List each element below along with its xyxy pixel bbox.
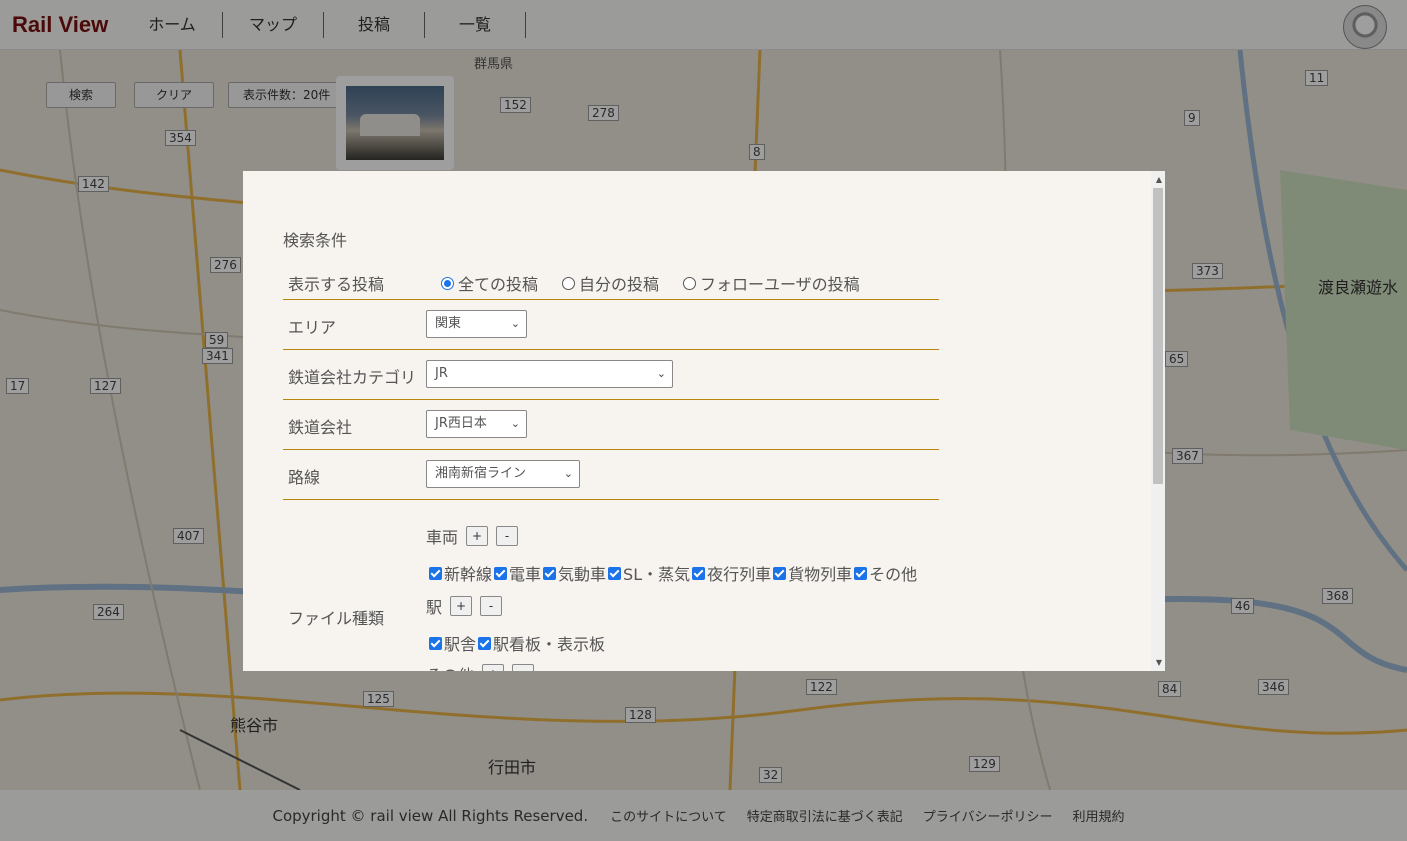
area-label: エリア	[288, 318, 337, 337]
group-vehicle-collapse-button[interactable]: -	[496, 526, 519, 546]
company-category-row: 鉄道会社カテゴリ JR ⌄	[283, 350, 939, 400]
checkbox-label: 気動車	[558, 565, 607, 584]
area-select-value: 関東	[435, 316, 462, 331]
radio-my-posts[interactable]: 自分の投稿	[562, 271, 659, 295]
chevron-down-icon: ⌄	[510, 417, 520, 430]
group-other-collapse-button[interactable]: -	[512, 664, 535, 671]
checkbox-checked-icon	[429, 636, 442, 650]
checkbox-label: SL・蒸気	[623, 565, 691, 584]
checkbox-label: 駅看板・表示板	[493, 635, 606, 654]
checkbox-checked-icon	[773, 566, 787, 580]
search-conditions-modal: 検索条件 表示する投稿 全ての投稿 自分の投稿 フォローユーザの投稿 エリア 関…	[243, 171, 1165, 671]
checkbox-station-building[interactable]: 駅舎	[429, 631, 476, 655]
group-vehicle-expand-button[interactable]: +	[466, 526, 489, 546]
company-label: 鉄道会社	[288, 418, 353, 437]
checkbox-densha[interactable]: 電車	[494, 561, 541, 585]
company-value: JR西日本	[435, 416, 487, 431]
checkbox-station-sign[interactable]: 駅看板・表示板	[478, 631, 605, 655]
checkbox-label: 電車	[509, 565, 542, 584]
radio-label: 全ての投稿	[458, 275, 539, 294]
chevron-down-icon: ⌄	[563, 467, 573, 480]
checkbox-label: 夜行列車	[707, 565, 772, 584]
radio-unselected-icon	[683, 276, 696, 290]
group-other-label: その他	[426, 662, 474, 671]
checkbox-label: 駅舎	[444, 635, 477, 654]
checkbox-shinkansen[interactable]: 新幹線	[429, 561, 492, 585]
checkbox-vehicle-other[interactable]: その他	[854, 561, 917, 585]
checkbox-checked-icon	[478, 636, 492, 650]
chevron-down-icon: ⌄	[510, 317, 520, 330]
display-posts-label: 表示する投稿	[288, 275, 385, 294]
line-value: 湘南新宿ライン	[435, 466, 527, 481]
group-vehicle: 車両 + -	[426, 524, 519, 548]
radio-all-posts[interactable]: 全ての投稿	[441, 271, 538, 295]
checkbox-sl[interactable]: SL・蒸気	[608, 561, 690, 585]
group-station-expand-button[interactable]: +	[450, 596, 473, 616]
radio-follow-posts[interactable]: フォローユーザの投稿	[683, 271, 860, 295]
area-select[interactable]: 関東 ⌄	[426, 310, 527, 338]
group-vehicle-label: 車両	[426, 528, 459, 547]
company-category-value: JR	[435, 366, 448, 381]
modal-scrollbar[interactable]: ▲ ▼	[1151, 171, 1165, 671]
checkbox-checked-icon	[543, 566, 557, 580]
line-select[interactable]: 湘南新宿ライン ⌄	[426, 460, 580, 488]
group-station-collapse-button[interactable]: -	[480, 596, 503, 616]
checkbox-checked-icon	[429, 566, 442, 580]
company-category-select[interactable]: JR ⌄	[426, 360, 673, 388]
checkbox-label: その他	[869, 565, 918, 584]
checkbox-night-train[interactable]: 夜行列車	[692, 561, 771, 585]
radio-unselected-icon	[562, 276, 575, 290]
company-category-label: 鉄道会社カテゴリ	[288, 368, 417, 387]
radio-label: 自分の投稿	[579, 275, 660, 294]
checkbox-kidousha[interactable]: 気動車	[543, 561, 606, 585]
group-other: その他 + -	[426, 662, 535, 671]
checkbox-checked-icon	[494, 566, 508, 580]
group-other-expand-button[interactable]: +	[482, 664, 505, 671]
scroll-down-arrow-icon[interactable]: ▼	[1156, 658, 1162, 667]
vehicle-checkbox-list: 新幹線 電車 気動車 SL・蒸気 夜行列車 貨物列車 その他	[429, 561, 919, 585]
company-select[interactable]: JR西日本 ⌄	[426, 410, 527, 438]
station-checkbox-list: 駅舎 駅看板・表示板	[429, 631, 607, 655]
line-label: 路線	[288, 468, 321, 487]
chevron-down-icon: ⌄	[656, 367, 666, 380]
modal-title: 検索条件	[283, 231, 348, 250]
checkbox-checked-icon	[692, 566, 706, 580]
checkbox-freight[interactable]: 貨物列車	[773, 561, 852, 585]
file-type-label: ファイル種類	[288, 609, 385, 628]
radio-selected-icon	[441, 276, 454, 290]
checkbox-checked-icon	[854, 566, 868, 580]
radio-label: フォローユーザの投稿	[700, 275, 860, 294]
company-row: 鉄道会社 JR西日本 ⌄	[283, 400, 939, 450]
checkbox-checked-icon	[608, 566, 622, 580]
scroll-up-arrow-icon[interactable]: ▲	[1156, 175, 1162, 184]
area-row: エリア 関東 ⌄	[283, 300, 939, 350]
line-row: 路線 湘南新宿ライン ⌄	[283, 450, 939, 500]
group-station: 駅 + -	[426, 594, 503, 618]
checkbox-label: 新幹線	[444, 565, 493, 584]
scroll-thumb[interactable]	[1153, 188, 1163, 484]
group-station-label: 駅	[426, 598, 443, 617]
checkbox-label: 貨物列車	[788, 565, 853, 584]
display-posts-row: 表示する投稿 全ての投稿 自分の投稿 フォローユーザの投稿	[283, 265, 939, 300]
